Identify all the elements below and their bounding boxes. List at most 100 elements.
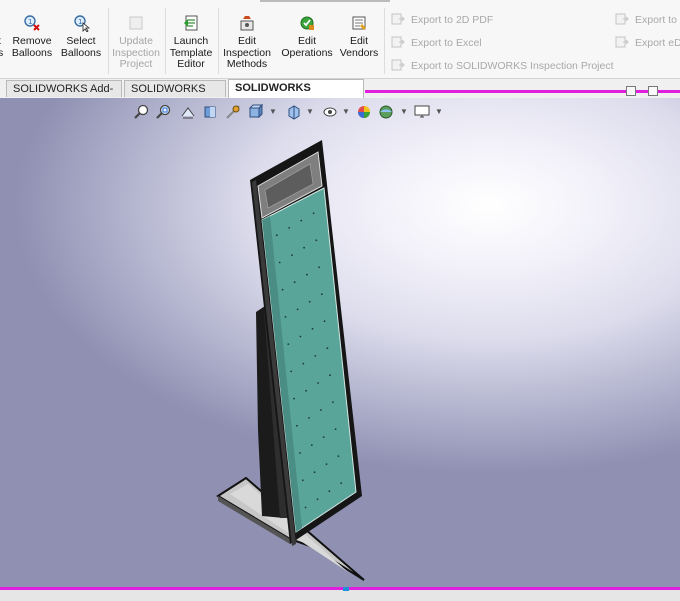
edit-operations-button[interactable]: Edit Operations bbox=[279, 14, 335, 59]
section-view-icon[interactable] bbox=[202, 104, 218, 120]
panel-hole bbox=[317, 382, 319, 384]
export-ed-button[interactable]: Export eD bbox=[615, 36, 680, 49]
panel-hole bbox=[337, 455, 340, 457]
export-2d-pdf-button[interactable]: Export to 2D PDF bbox=[391, 13, 493, 26]
select-balloons-label: Select Balloons bbox=[60, 35, 102, 59]
partial-left-button[interactable]: t s bbox=[0, 14, 6, 59]
panel-hole bbox=[293, 397, 295, 400]
edit-operations-label: Edit Operations bbox=[281, 35, 333, 59]
panel-hole bbox=[316, 498, 319, 501]
panel-hole bbox=[299, 452, 301, 454]
panel-hole bbox=[311, 328, 314, 330]
export-excel-label: Export to Excel bbox=[411, 37, 482, 49]
panel-hole bbox=[315, 239, 318, 242]
maximize-window-icon[interactable] bbox=[648, 86, 658, 96]
tab-solidworks-inspection[interactable]: SOLIDWORKS Inspection bbox=[228, 79, 364, 111]
command-manager-ribbon: t s 1 Remove Balloons 1 Select Balloons … bbox=[0, 0, 680, 79]
panel-hole bbox=[281, 288, 284, 291]
edit-inspection-methods-button[interactable]: Edit Inspection Methods bbox=[221, 14, 273, 71]
dropdown-arrow-icon[interactable]: ▼ bbox=[306, 107, 314, 116]
remove-balloons-icon: 1 bbox=[24, 15, 40, 31]
splitter-handle[interactable] bbox=[343, 587, 349, 591]
export-edrawings-icon bbox=[615, 36, 629, 48]
launch-template-editor-button[interactable]: Launch Template Editor bbox=[168, 14, 214, 71]
dropdown-arrow-icon[interactable]: ▼ bbox=[400, 107, 408, 116]
panel-hole bbox=[322, 436, 325, 438]
panel-hole bbox=[323, 320, 326, 323]
panel-hole bbox=[296, 424, 298, 427]
panel-hole bbox=[320, 293, 323, 296]
bottom-accent-line bbox=[0, 587, 680, 590]
edit-inspection-methods-label: Edit Inspection Methods bbox=[223, 35, 271, 70]
panel-hole bbox=[310, 444, 313, 446]
panel-hole bbox=[275, 234, 278, 237]
view-settings-icon[interactable] bbox=[414, 104, 430, 120]
select-balloons-button[interactable]: 1 Select Balloons bbox=[59, 14, 103, 59]
hide-show-items-icon[interactable] bbox=[322, 104, 338, 120]
operations-icon bbox=[300, 16, 314, 30]
command-manager-tabs: SOLIDWORKS Add-Ins SOLIDWORKS MBD SOLIDW… bbox=[0, 79, 680, 112]
export-solidworks-inspection-button[interactable]: Export to SOLIDWORKS Inspection Project bbox=[391, 59, 614, 72]
export-solidworks-inspection-label: Export to SOLIDWORKS Inspection Project bbox=[411, 60, 614, 72]
dynamic-annotation-icon[interactable] bbox=[225, 104, 241, 120]
export-pdf-icon bbox=[391, 13, 405, 25]
panel-hole bbox=[303, 246, 305, 249]
export-3-button[interactable]: Export to 3 bbox=[615, 13, 680, 26]
launch-template-editor-label: Launch Template Editor bbox=[169, 35, 213, 70]
panel-hole bbox=[299, 335, 302, 338]
panel-hole bbox=[304, 506, 307, 509]
panel-hole bbox=[312, 212, 315, 215]
remove-balloons-button[interactable]: 1 Remove Balloons bbox=[11, 14, 53, 59]
svg-text:1: 1 bbox=[78, 18, 82, 26]
panel-hole bbox=[314, 355, 317, 357]
export-ed-label: Export eD bbox=[635, 37, 680, 49]
panel-hole bbox=[290, 370, 293, 373]
zoom-to-area-icon[interactable] bbox=[156, 104, 172, 120]
view-orientation-icon[interactable] bbox=[247, 104, 263, 120]
ribbon-separator bbox=[108, 8, 109, 74]
export-3-label: Export to 3 bbox=[635, 14, 680, 26]
dropdown-arrow-icon[interactable]: ▼ bbox=[435, 107, 443, 116]
export-excel-button[interactable]: Export to Excel bbox=[391, 36, 482, 49]
edit-vendors-button[interactable]: Edit Vendors bbox=[338, 14, 380, 59]
dropdown-arrow-icon[interactable]: ▼ bbox=[342, 107, 350, 116]
previous-view-icon[interactable] bbox=[180, 104, 196, 120]
panel-hole bbox=[326, 347, 329, 350]
panel-hole bbox=[318, 266, 320, 269]
panel-hole bbox=[278, 261, 281, 264]
panel-hole bbox=[325, 463, 328, 465]
panel-hole bbox=[328, 490, 331, 493]
remove-balloons-label: Remove Balloons bbox=[11, 35, 53, 59]
panel-hole bbox=[308, 300, 311, 303]
vendors-icon bbox=[352, 16, 366, 30]
select-balloons-icon: 1 bbox=[74, 15, 90, 32]
status-strip bbox=[0, 587, 680, 601]
panel-hole bbox=[302, 362, 305, 365]
ribbon-separator bbox=[165, 8, 166, 74]
panel-hole bbox=[288, 227, 290, 229]
model-kiosk-stand[interactable] bbox=[0, 98, 680, 587]
update-inspection-project-button[interactable]: Update Inspection Project bbox=[110, 14, 162, 71]
template-editor-icon bbox=[184, 15, 198, 31]
tab-solidworks-mbd[interactable]: SOLIDWORKS MBD bbox=[124, 80, 226, 112]
ribbon-separator bbox=[218, 8, 219, 74]
panel-hole bbox=[306, 273, 308, 276]
panel-hole bbox=[340, 482, 343, 484]
ribbon-separator bbox=[384, 8, 385, 74]
graphics-area[interactable]: ▼ ▼ ▼ ▼ ▼ bbox=[0, 98, 680, 587]
display-style-icon[interactable] bbox=[286, 104, 302, 120]
restore-window-icon[interactable] bbox=[626, 86, 636, 96]
panel-hole bbox=[293, 281, 296, 284]
export-excel-icon bbox=[391, 36, 405, 48]
zoom-to-fit-icon[interactable] bbox=[134, 104, 150, 120]
dropdown-arrow-icon[interactable]: ▼ bbox=[269, 107, 277, 116]
export-3d-icon bbox=[615, 13, 629, 25]
panel-hole bbox=[301, 479, 304, 482]
panel-hole bbox=[320, 409, 322, 411]
panel-hole bbox=[305, 389, 307, 392]
apply-scene-icon[interactable] bbox=[378, 104, 394, 120]
edit-appearance-icon[interactable] bbox=[356, 104, 372, 120]
edit-vendors-label: Edit Vendors bbox=[339, 35, 379, 59]
panel-hole bbox=[287, 343, 290, 345]
tab-solidworks-add-ins[interactable]: SOLIDWORKS Add-Ins bbox=[6, 80, 122, 112]
